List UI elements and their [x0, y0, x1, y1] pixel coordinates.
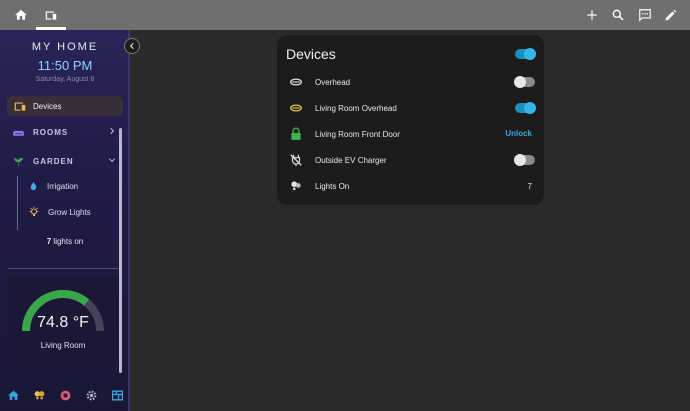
- master-toggle[interactable]: [515, 48, 536, 60]
- ev-charger-toggle[interactable]: [514, 154, 535, 166]
- sidebar-item-grow-lights[interactable]: Grow Lights: [28, 206, 91, 218]
- add-button[interactable]: [581, 4, 603, 26]
- pencil-icon: [665, 9, 677, 21]
- device-row-lights-on[interactable]: Lights On 7: [277, 176, 544, 196]
- lock-icon: [291, 127, 301, 140]
- water-drop-icon: [30, 181, 37, 191]
- sidebar-item-label: Grow Lights: [48, 207, 91, 217]
- lightbulb-on-icon: [29, 206, 39, 216]
- sidebar-collapse-button[interactable]: [124, 38, 140, 54]
- device-row-living-room-overhead[interactable]: Living Room Overhead: [277, 98, 544, 118]
- device-label: Living Room Overhead: [315, 104, 397, 113]
- lights-on-text: lights on: [51, 237, 84, 246]
- nav-settings-button[interactable]: [78, 380, 104, 411]
- gear-icon: [86, 390, 96, 401]
- sidebar-item-label: Devices: [33, 101, 62, 111]
- card-title: Devices: [286, 46, 336, 62]
- devices-icon: [14, 102, 26, 111]
- tree-connector: [17, 176, 18, 230]
- clock-time: 11:50 PM: [37, 58, 93, 73]
- assist-button[interactable]: [634, 4, 656, 26]
- overhead-toggle[interactable]: [514, 76, 535, 88]
- sidebar: MY HOME 11:50 PM Saturday, August 8 Devi…: [0, 30, 130, 411]
- lights-on-summary: 7 lights on: [0, 237, 130, 246]
- sprout-icon: [14, 157, 23, 166]
- device-row-overhead[interactable]: Overhead: [277, 72, 544, 92]
- floorplan-icon: [111, 390, 123, 401]
- devices-card: Devices Overhead Living Room Overhead Li…: [277, 35, 544, 205]
- nav-security-button[interactable]: [52, 380, 78, 411]
- home-tab-button[interactable]: [10, 4, 32, 26]
- clock-date: Saturday, August 8: [35, 76, 95, 83]
- sidebar-section-label: GARDEN: [33, 156, 74, 166]
- home-title: MY HOME: [31, 41, 99, 53]
- unlock-button[interactable]: Unlock: [505, 129, 532, 138]
- device-label: Lights On: [315, 182, 350, 191]
- device-label: Overhead: [315, 78, 351, 87]
- home-icon: [7, 390, 19, 400]
- sidebar-scrollbar[interactable]: [119, 128, 122, 373]
- device-row-ev-charger[interactable]: Outside EV Charger: [277, 150, 544, 170]
- sidebar-item-irrigation[interactable]: Irrigation: [28, 181, 78, 192]
- sidebar-item-devices[interactable]: Devices: [7, 96, 123, 116]
- shield-icon: [60, 390, 70, 401]
- ceiling-light-icon: [290, 104, 302, 112]
- nav-lights-button[interactable]: [26, 380, 52, 411]
- devices-tab-button[interactable]: [40, 4, 62, 26]
- home-icon: [15, 9, 27, 20]
- lightbulbs-icon: [291, 181, 301, 191]
- device-label: Living Room Front Door: [315, 130, 400, 139]
- nav-home-button[interactable]: [0, 380, 26, 411]
- gauge-label: Living Room: [40, 341, 86, 350]
- search-icon: [612, 9, 624, 21]
- lights-on-value: 7: [527, 182, 532, 191]
- devices-icon: [45, 11, 57, 20]
- search-button[interactable]: [607, 4, 629, 26]
- temperature-gauge-card[interactable]: 74.8 °F Living Room: [8, 276, 118, 362]
- ceiling-light-icon: [290, 78, 302, 86]
- chevron-right-icon: [110, 127, 115, 135]
- sidebar-bottom-nav: [0, 380, 130, 411]
- sidebar-item-rooms[interactable]: ROOMS: [12, 125, 116, 139]
- sidebar-divider: [8, 268, 118, 269]
- top-app-bar: [0, 0, 690, 30]
- chevron-down-icon: [108, 158, 116, 163]
- device-label: Outside EV Charger: [315, 156, 387, 165]
- plus-icon: [587, 10, 597, 20]
- sidebar-section-label: ROOMS: [33, 127, 69, 137]
- chevron-left-icon: [129, 42, 134, 50]
- gauge-value: 74.8 °F: [37, 314, 89, 331]
- sofa-icon: [13, 130, 24, 136]
- edit-button[interactable]: [660, 4, 682, 26]
- device-row-front-door[interactable]: Living Room Front Door Unlock: [277, 124, 544, 144]
- chat-icon: [639, 9, 651, 22]
- plug-off-icon: [290, 154, 302, 166]
- sidebar-item-garden[interactable]: GARDEN: [12, 154, 116, 168]
- nav-hacs-button[interactable]: [104, 380, 130, 411]
- living-room-overhead-toggle[interactable]: [515, 102, 536, 114]
- sidebar-item-label: Irrigation: [47, 182, 79, 191]
- lightbulbs-icon: [34, 391, 44, 400]
